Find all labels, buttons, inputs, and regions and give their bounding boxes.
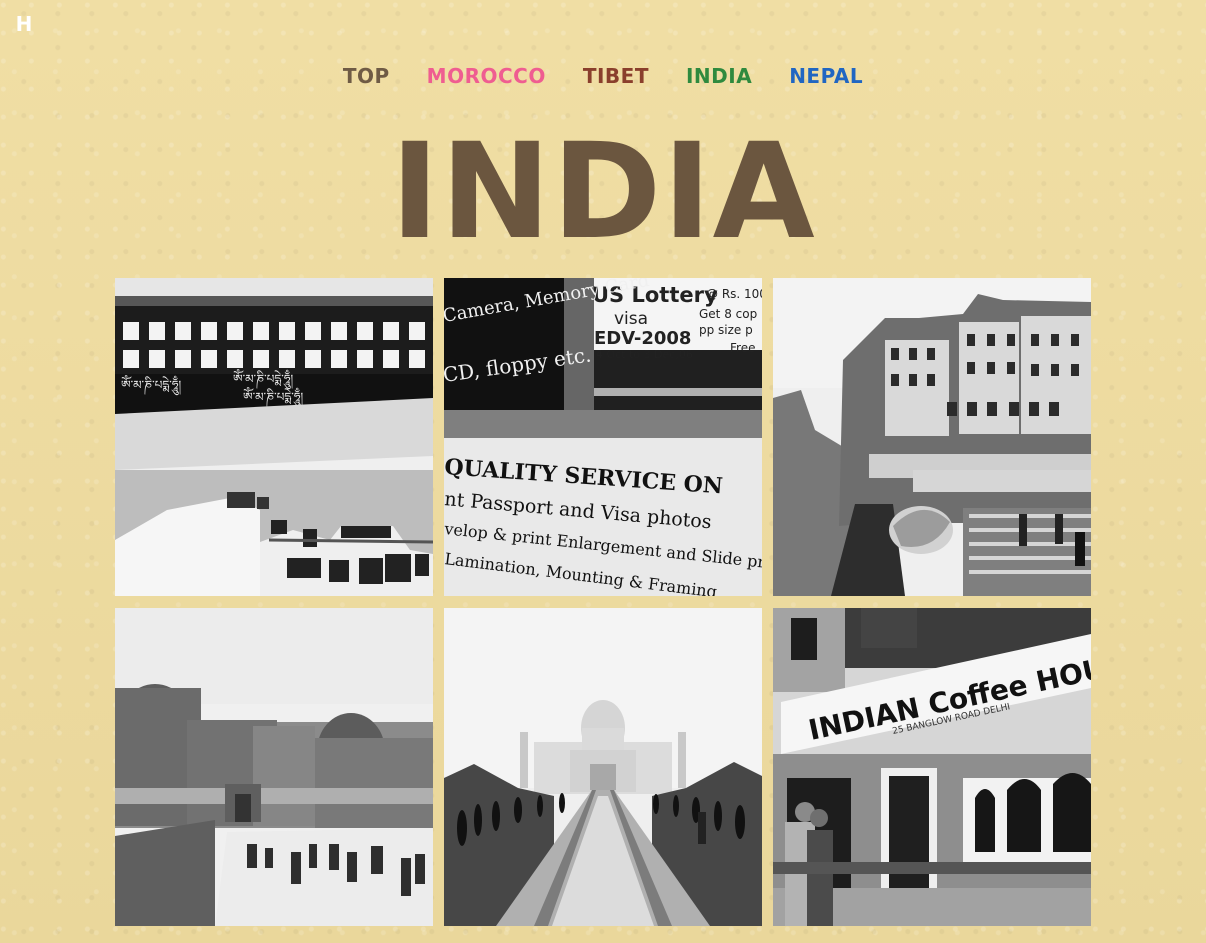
rupee-sign-text: @ Rs. 100 [706,287,762,301]
photo-copy-sign-text: Get 8 cop [699,307,757,321]
nav-item-top[interactable]: TOP [343,64,390,88]
photo-shop-sign[interactable]: US Lottery visa EDV-2008 4 Oct to 3 Dec,… [444,278,762,596]
nav-item-tibet[interactable]: TIBET [583,64,649,88]
photo-size-sign-text: pp size p [699,323,753,337]
photo-taj-mahal[interactable] [444,608,762,926]
nav-item-india[interactable]: INDIA [686,64,752,88]
photo-ghats[interactable] [773,278,1091,596]
main-navigation: TOP MOROCCO TIBET INDIA NEPAL [0,64,1206,88]
page-title: INDIA [390,115,816,269]
photo-shop-sign-image: US Lottery visa EDV-2008 4 Oct to 3 Dec,… [444,278,762,596]
free-sign-text: Free [730,341,755,355]
edv-sign-text: EDV-2008 [594,328,691,349]
nav-item-morocco[interactable]: MOROCCO [427,64,546,88]
photo-taj-mahal-image [444,608,762,926]
photo-ghats-image [773,278,1091,596]
visa-sign-text: visa [614,309,648,329]
home-logo-icon[interactable]: H [14,14,34,34]
photo-red-fort-image [115,608,433,926]
photo-gallery: ཨོཾ་མ་ཎི་པདྨེ་ཧཱུྃ། ཨོཾ་མ་ཎི་པདྨེ་ཧཱུྃ། … [115,278,1091,926]
photo-indian-coffee-house[interactable]: INDIAN Coffee HOUS 25 BANGLOW ROAD DELHI [773,608,1091,926]
photo-indian-coffee-house-image: INDIAN Coffee HOUS 25 BANGLOW ROAD DELHI [773,608,1091,926]
photo-tibetan-building-image: ཨོཾ་མ་ཎི་པདྨེ་ཧཱུྃ། ཨོཾ་མ་ཎི་པདྨེ་ཧཱུྃ། … [115,278,433,596]
photo-tibetan-building[interactable]: ཨོཾ་མ་ཎི་པདྨེ་ཧཱུྃ། ཨོཾ་མ་ཎི་པདྨེ་ཧཱུྃ། … [115,278,433,596]
photo-red-fort[interactable] [115,608,433,926]
nav-item-nepal[interactable]: NEPAL [789,64,863,88]
date-sign-text: 4 Oct to 3 Dec,06 [596,348,693,361]
